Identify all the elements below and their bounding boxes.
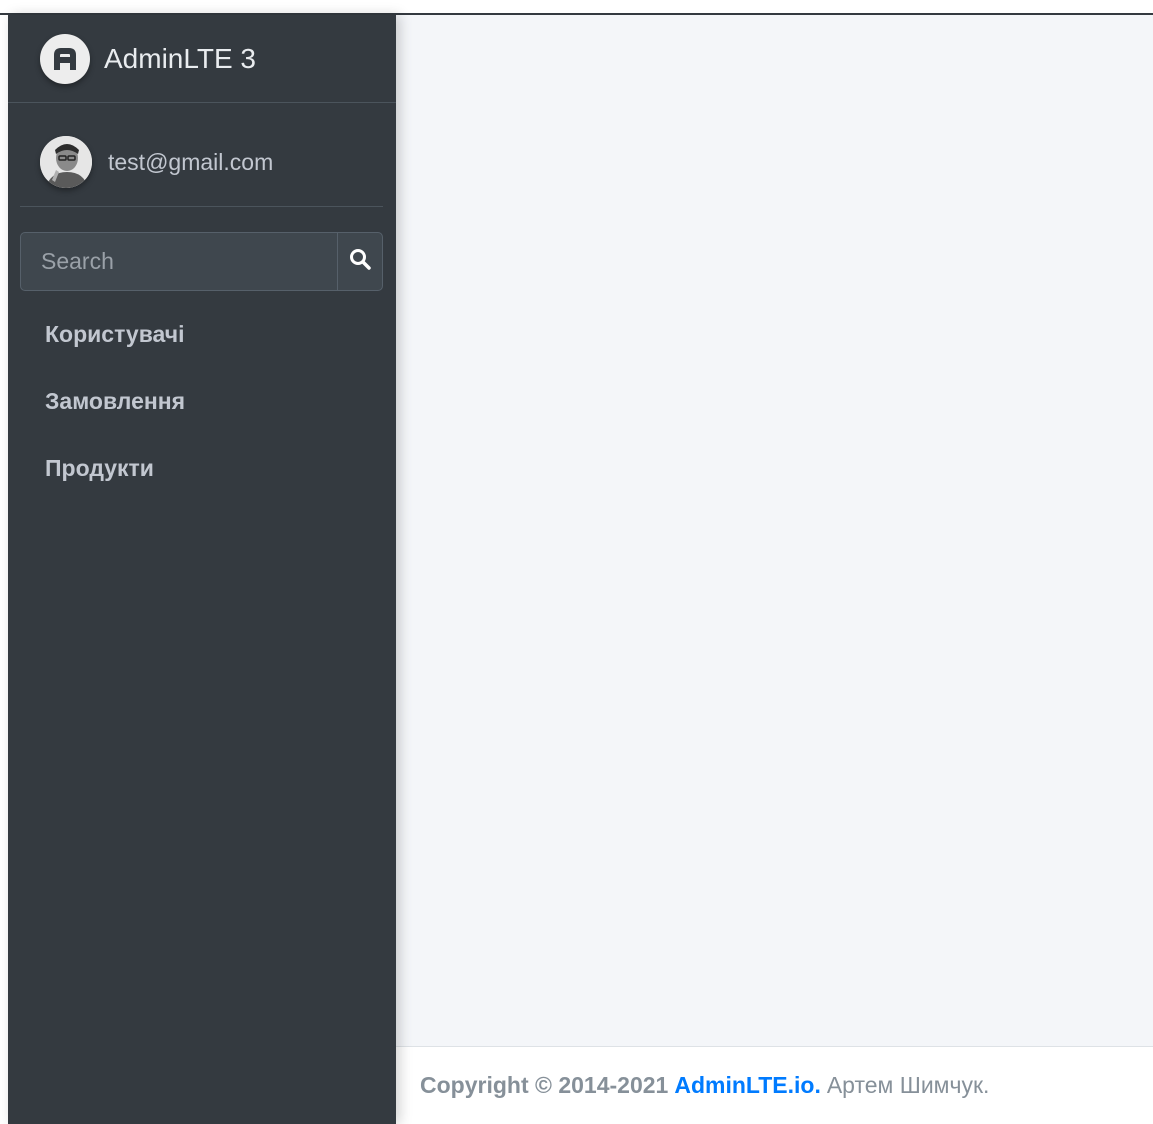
sidebar-menu: Користувачі Замовлення Продукти <box>20 301 383 502</box>
brand-title: AdminLTE 3 <box>104 42 256 74</box>
footer-adminlte-link[interactable]: AdminLTE.io. <box>674 1072 821 1099</box>
search-button[interactable] <box>337 232 383 291</box>
adminlte-logo-icon <box>40 33 90 84</box>
search-input[interactable] <box>20 232 337 291</box>
main-sidebar: AdminLTE 3 test@gmail.com Search Користу… <box>8 15 396 1124</box>
sidebar-item-products[interactable]: Продукти <box>20 435 383 502</box>
brand-link[interactable]: AdminLTE 3 <box>8 15 396 103</box>
sidebar-item-orders[interactable]: Замовлення <box>20 368 383 435</box>
sidebar-item-users[interactable]: Користувачі <box>20 301 383 368</box>
sidebar-search <box>20 232 383 291</box>
search-icon <box>348 247 372 276</box>
content-wrapper <box>396 15 1153 1046</box>
footer-author: Артем Шимчук. <box>826 1072 990 1098</box>
user-email[interactable]: test@gmail.com <box>108 149 273 176</box>
main-footer: Copyright © 2014-2021 AdminLTE.io. Артем… <box>396 1046 1153 1124</box>
footer-copyright: Copyright © 2014-2021 <box>420 1072 669 1098</box>
user-avatar[interactable] <box>40 136 92 188</box>
user-panel: test@gmail.com <box>20 118 383 207</box>
